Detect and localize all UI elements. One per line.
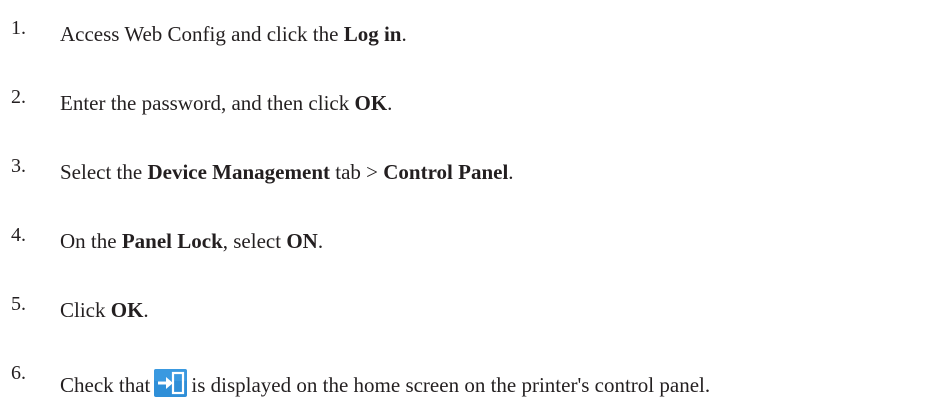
step-text: Click OK. — [60, 298, 149, 322]
step-text-part: . — [508, 160, 514, 184]
step-text-part: Enter the password, and then click — [60, 91, 355, 115]
panel-lock-icon-graphic — [154, 369, 188, 397]
step-number: 2. — [11, 86, 26, 108]
instruction-steps: 1. Access Web Config and click the Log i… — [0, 0, 943, 419]
step-text-part: Click — [60, 298, 111, 322]
step-text-part: is displayed on the home screen on the p… — [191, 373, 711, 397]
step-number: 3. — [11, 155, 26, 177]
ui-term-ok: OK — [110, 298, 144, 322]
step-text-part: On the — [60, 229, 122, 253]
step-text-part: . — [401, 22, 407, 46]
ui-term-panel-lock: Panel Lock — [121, 229, 223, 253]
ui-term-device-management: Device Management — [147, 160, 330, 184]
step-number: 4. — [11, 224, 26, 246]
step-text: Select the Device Management tab > Contr… — [60, 160, 514, 184]
ui-term-on: ON — [286, 229, 318, 253]
step-text-part: Check that — [60, 373, 151, 397]
step-text-part: tab > — [330, 160, 384, 184]
step-text-part: Select the — [60, 160, 148, 184]
step-number: 5. — [11, 293, 26, 315]
ui-term-control-panel: Control Panel — [383, 160, 509, 184]
panel-lock-icon — [154, 369, 188, 397]
step-text-part: , select — [222, 229, 287, 253]
step-text-part: . — [387, 91, 393, 115]
step-text: On the Panel Lock, select ON. — [60, 229, 323, 253]
step-number: 1. — [11, 17, 26, 39]
ui-term-log-in: Log in — [343, 22, 402, 46]
step-text-part: Access Web Config and click the — [60, 22, 344, 46]
step-number: 6. — [11, 362, 26, 384]
ui-term-ok: OK — [354, 91, 388, 115]
step-text: Check that is displayed on the home scree… — [60, 369, 710, 397]
step-text: Access Web Config and click the Log in. — [60, 22, 407, 46]
step-text-part: . — [317, 229, 324, 253]
step-text: Enter the password, and then click OK. — [60, 91, 392, 115]
step-text-part: . — [143, 298, 149, 322]
